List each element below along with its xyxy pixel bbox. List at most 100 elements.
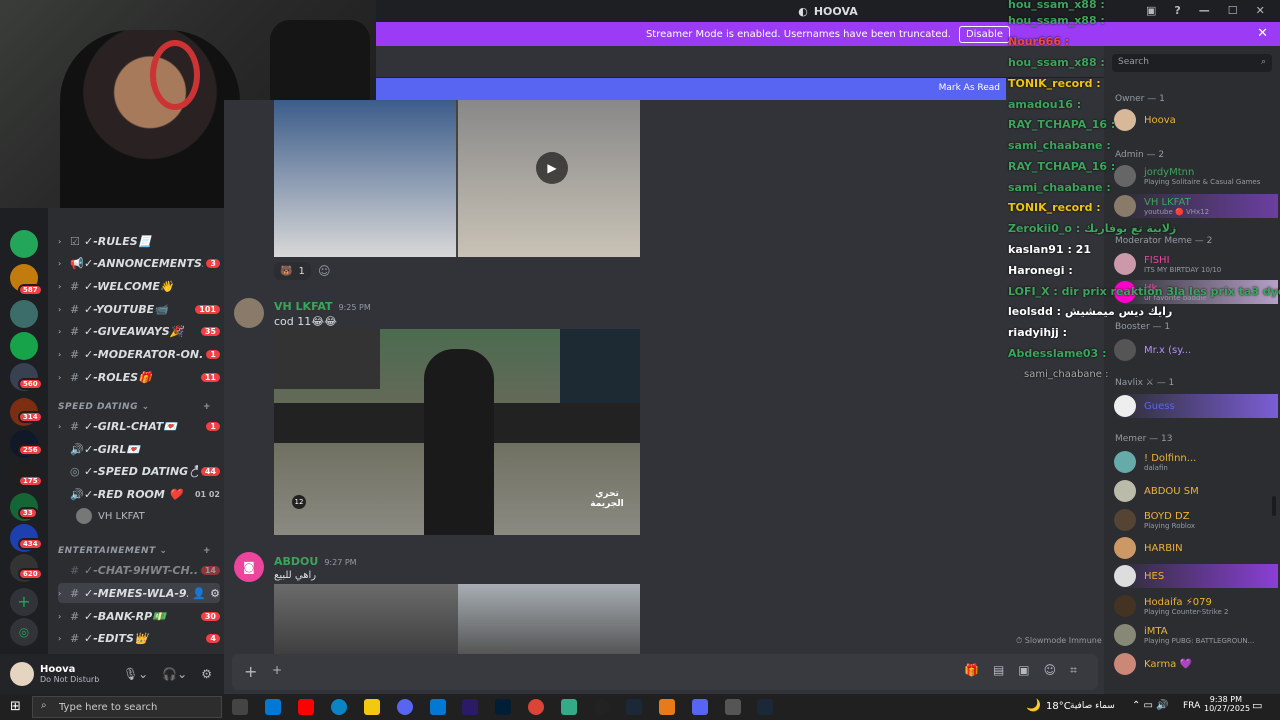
add-member-icon[interactable]: 👤 bbox=[192, 587, 206, 600]
scrollbar[interactable] bbox=[1272, 496, 1276, 516]
member[interactable]: Karma 💜 bbox=[1114, 652, 1278, 676]
server-badge: 587 bbox=[18, 284, 43, 296]
member[interactable]: ! Dolfinn... dalafin bbox=[1114, 450, 1278, 474]
server-badge: 256 bbox=[18, 444, 43, 456]
overlay-line: kaslan91 : 21 bbox=[1008, 243, 1091, 256]
member[interactable]: Hodaifa ⚡079 Playing Counter-Strike 2 bbox=[1114, 594, 1278, 618]
app-icon[interactable] bbox=[659, 699, 675, 715]
channel-item[interactable]: › # ✓-BANK-RP💵 30 bbox=[58, 606, 220, 626]
avatar[interactable] bbox=[10, 662, 34, 686]
channel-item[interactable]: ◎ ✓-SPEED DATING💍 44 bbox=[58, 461, 220, 481]
outlook-icon[interactable] bbox=[430, 699, 446, 715]
message-composer[interactable]: + + 🎁 ▤ ▣ ☺ ⌗ bbox=[232, 654, 1098, 690]
channel-item[interactable]: › # ✓-MODERATOR-ON... 1 bbox=[58, 344, 220, 364]
voice-user[interactable]: VH LKFAT bbox=[76, 508, 145, 524]
app-icon[interactable] bbox=[561, 699, 577, 715]
premiere-icon[interactable] bbox=[462, 699, 478, 715]
message-author[interactable]: ABDOU bbox=[274, 555, 318, 568]
obs-icon[interactable] bbox=[594, 699, 610, 715]
channel-item[interactable]: › # ✓-ROLES🎁 11 bbox=[58, 367, 220, 387]
overlay-line: RAY_TCHAPA_16 : bbox=[1008, 160, 1116, 173]
extra-add-icon[interactable]: + bbox=[272, 663, 282, 677]
emoji-icon[interactable]: ☺ bbox=[1044, 663, 1057, 678]
gift-icon[interactable]: 🎁 bbox=[964, 663, 979, 678]
channel-item[interactable]: 🔊 ✓-GIRL💌 bbox=[58, 439, 220, 459]
new-messages-bar[interactable]: Mark As Read bbox=[376, 78, 1006, 100]
notification-icon[interactable]: ▭ bbox=[1252, 699, 1262, 712]
weather-text: سماء صافية bbox=[1070, 701, 1115, 711]
reaction[interactable]: 🐻 1 bbox=[274, 262, 311, 280]
discord-icon[interactable] bbox=[692, 699, 708, 715]
headphones-icon[interactable]: 🎧⌄ bbox=[162, 667, 187, 681]
gear-icon[interactable]: ⚙ bbox=[201, 667, 212, 681]
member[interactable]: Guess bbox=[1114, 394, 1278, 418]
tray-icons[interactable]: ⌃ ▭ 🔊 bbox=[1132, 700, 1169, 711]
friends-icon[interactable] bbox=[10, 230, 38, 258]
apps-icon[interactable]: ⌗ bbox=[1070, 663, 1077, 678]
add-attachment-icon[interactable]: + bbox=[244, 662, 257, 681]
folder-icon[interactable] bbox=[364, 699, 380, 715]
mark-as-read-button[interactable]: Mark As Read bbox=[939, 83, 1000, 93]
slowmode-label: ⏱ Slowmode Immune bbox=[1016, 636, 1102, 645]
member[interactable]: ABDOU SM bbox=[1114, 479, 1278, 503]
channel-item[interactable]: › ☑ ✓-RULES📃 bbox=[58, 231, 220, 251]
clock[interactable]: 9:38 PM 10/27/2025 bbox=[1204, 695, 1250, 713]
channel-item[interactable]: › # ✓-GIVEAWAYS🎉 35 bbox=[58, 321, 220, 341]
video-attachment[interactable]: ▶ bbox=[274, 100, 640, 257]
gif-icon[interactable]: ▤ bbox=[993, 663, 1004, 678]
discord-icon[interactable] bbox=[397, 699, 413, 715]
channel-item[interactable]: › # ✓-YOUTUBE📹 101 bbox=[58, 299, 220, 319]
chrome-icon[interactable] bbox=[528, 699, 544, 715]
language-indicator[interactable]: FRA bbox=[1183, 701, 1200, 711]
steam-icon[interactable] bbox=[626, 699, 642, 715]
speaker-icon: 🔊 bbox=[70, 487, 84, 501]
task-view-icon[interactable] bbox=[232, 699, 248, 715]
channel-item[interactable]: › # ✓-GIRL-CHAT💌 1 bbox=[58, 416, 220, 436]
edge-icon[interactable] bbox=[331, 699, 347, 715]
add-reaction-icon[interactable]: ☺ bbox=[318, 264, 331, 278]
gear-icon[interactable]: ⚙ bbox=[210, 587, 220, 600]
member[interactable]: HES bbox=[1114, 564, 1278, 588]
server-icon[interactable] bbox=[10, 332, 38, 360]
windows-start-icon[interactable]: ⊞ bbox=[10, 699, 21, 714]
channel-item-selected[interactable]: › # ✓-MEMES-WLA-9... 👤 ⚙ bbox=[58, 583, 220, 603]
avatar bbox=[1114, 480, 1136, 502]
channel-item[interactable]: › 📢 ✓-ANNONCEMENTS... 3 bbox=[58, 253, 220, 273]
video-badge: 12 bbox=[292, 495, 306, 509]
avatar bbox=[1114, 565, 1136, 587]
store-icon[interactable] bbox=[265, 699, 281, 715]
message-author[interactable]: VH LKFAT bbox=[274, 300, 333, 313]
steam-icon[interactable] bbox=[757, 699, 773, 715]
add-channel-icon[interactable]: + bbox=[203, 402, 211, 412]
image-attachment[interactable] bbox=[274, 584, 640, 654]
photoshop-icon[interactable] bbox=[495, 699, 511, 715]
overlay-line: hou_ssam_x88 : bbox=[1008, 14, 1105, 27]
sticker-icon[interactable]: ▣ bbox=[1018, 663, 1029, 678]
taskbar-search[interactable]: ⌕ Type here to search bbox=[32, 696, 222, 718]
settings-icon[interactable] bbox=[725, 699, 741, 715]
member[interactable]: iMTA Playing PUBG: BATTLEGROUN... bbox=[1114, 623, 1278, 647]
category-speed-dating[interactable]: SPEED DATING ⌄ + bbox=[58, 402, 211, 412]
add-channel-icon[interactable]: + bbox=[203, 546, 211, 556]
member[interactable]: HARBIN bbox=[1114, 536, 1278, 560]
illustrator-icon[interactable] bbox=[298, 699, 314, 715]
channel-item[interactable]: › # ✓-EDITS👑 4 bbox=[58, 628, 220, 648]
category-entertainement[interactable]: ENTERTAINEMENT ⌄ + bbox=[58, 546, 211, 556]
server-badge: 620 bbox=[18, 568, 43, 580]
discord-logo-icon[interactable]: ◙ bbox=[234, 552, 264, 582]
discover-icon[interactable]: ◎ bbox=[10, 618, 38, 646]
disable-button[interactable]: Disable bbox=[958, 25, 1011, 43]
avatar bbox=[1114, 451, 1136, 473]
avatar[interactable] bbox=[234, 298, 264, 328]
channel-item[interactable]: 🔊 ✓-RED ROOM ❤️ 01 02 bbox=[58, 484, 220, 504]
mic-icon[interactable]: 🎙⌄ bbox=[123, 667, 148, 681]
member[interactable]: BOYD DZ Playing Roblox bbox=[1114, 508, 1278, 532]
channel-item[interactable]: # ✓-CHAT-9HWT-CH... 14 bbox=[58, 560, 220, 580]
server-icon[interactable] bbox=[10, 300, 38, 328]
add-server-icon[interactable]: + bbox=[10, 588, 38, 616]
video-attachment[interactable]: 12 تحري الجريمة bbox=[274, 329, 640, 535]
channel-item[interactable]: › # ✓-WELCOME👋 bbox=[58, 276, 220, 296]
hash-icon: # bbox=[70, 370, 80, 384]
play-icon[interactable]: ▶ bbox=[536, 152, 568, 184]
overlay-line: Abdesslame03 : bbox=[1008, 347, 1107, 360]
